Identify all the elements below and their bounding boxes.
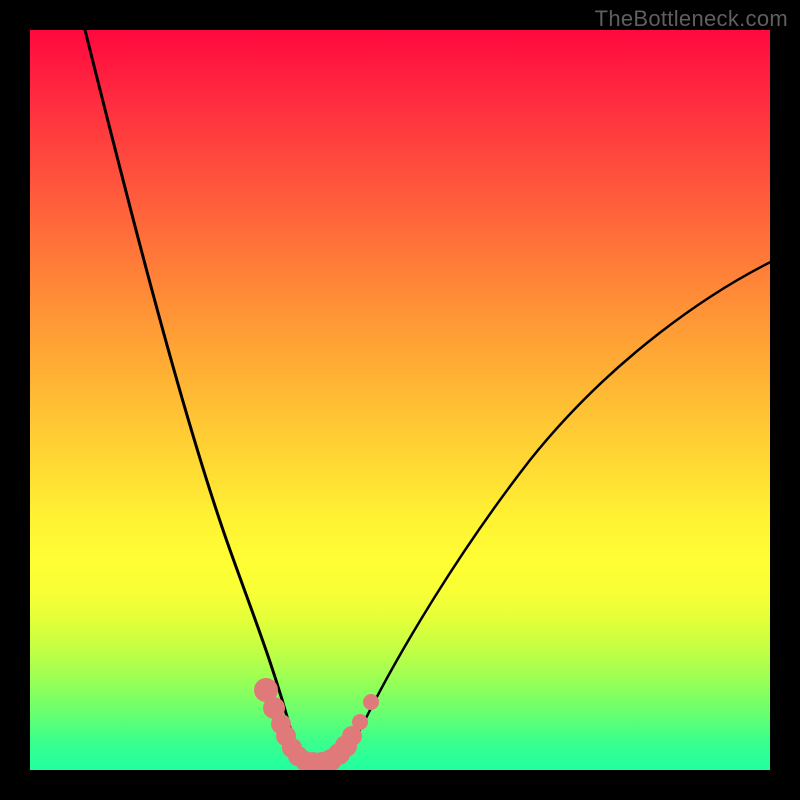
watermark-text: TheBottleneck.com	[595, 6, 788, 32]
chart-svg	[30, 30, 770, 770]
chart-frame: TheBottleneck.com	[0, 0, 800, 800]
marker-group	[254, 678, 379, 770]
curve-left	[80, 30, 306, 768]
marker-dot	[363, 694, 379, 710]
marker-dot	[352, 714, 368, 730]
curve-right	[332, 255, 770, 767]
plot-area	[30, 30, 770, 770]
